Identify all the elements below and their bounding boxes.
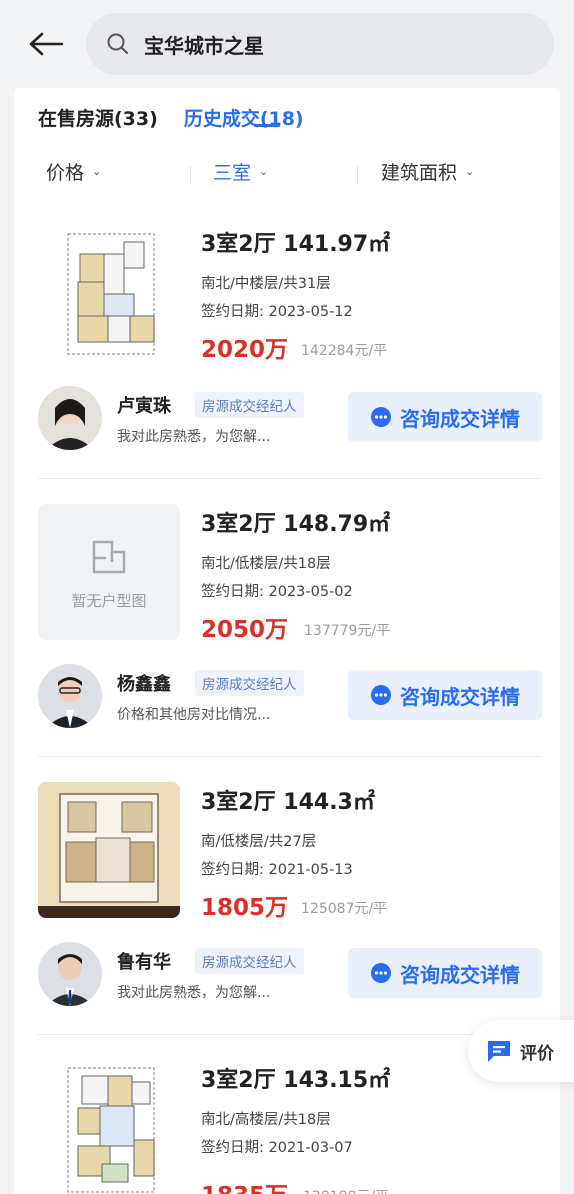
- listing-price: 2050万: [201, 617, 289, 643]
- listing-title: 3室2厅 143.15㎡: [201, 1068, 391, 1093]
- consult-deal-button[interactable]: 咨询成交详情: [348, 392, 542, 442]
- back-button[interactable]: [26, 26, 66, 62]
- arrow-left-icon: [29, 32, 64, 56]
- filter-rooms[interactable]: 三室 ⌄: [213, 158, 268, 185]
- listing-unit-price: 128188元/平: [303, 1186, 389, 1194]
- listing-orientation: 南北/高楼层/共18层: [201, 1112, 331, 1128]
- agent-row: 卢寅珠 房源成交经纪人 我对此房熟悉，为您解... 咨询成交详情: [14, 386, 560, 458]
- avatar[interactable]: [38, 386, 102, 450]
- chevron-down-icon: ⌄: [259, 165, 269, 178]
- agent-name: 杨鑫鑫: [117, 674, 171, 695]
- agent-badge: 房源成交经纪人: [195, 670, 304, 696]
- search-input[interactable]: 宝华城市之星: [86, 13, 554, 75]
- filter-area-label: 建筑面积: [381, 162, 458, 184]
- agent-name: 鲁有华: [117, 952, 171, 973]
- listing-unit-price: 142284元/平: [301, 343, 388, 359]
- listing-orientation: 南北/中楼层/共31层: [201, 276, 331, 292]
- tab-active-indicator: [254, 124, 280, 127]
- floorplan-placeholder: 暂无户型图: [38, 504, 180, 640]
- listing-item[interactable]: 暂无户型图 3室2厅 148.79㎡ 南北/低楼层/共18层 签约日期: 202…: [14, 504, 560, 650]
- tab-history-deals[interactable]: 历史成交(18): [184, 102, 304, 150]
- agent-description: 价格和其他房对比情况...: [117, 707, 271, 723]
- divider: [38, 756, 542, 757]
- listing-price: 2020万: [201, 337, 289, 363]
- filter-area[interactable]: 建筑面积 ⌄: [381, 158, 474, 185]
- agent-row: 鲁有华 房源成交经纪人 我对此房熟悉，为您解... 咨询成交详情: [14, 942, 560, 1014]
- avatar[interactable]: [38, 664, 102, 728]
- listing-item[interactable]: 3室2厅 141.97㎡ 南北/中楼层/共31层 签约日期: 2023-05-1…: [14, 224, 560, 370]
- search-query: 宝华城市之星: [144, 33, 264, 58]
- listing-sign-date: 签约日期: 2023-05-12: [201, 304, 353, 320]
- listing-title: 3室2厅 141.97㎡: [201, 232, 391, 257]
- filter-price-label: 价格: [46, 162, 85, 184]
- chat-icon: [371, 685, 391, 705]
- listing-sign-date: 签约日期: 2021-05-13: [201, 862, 353, 878]
- tab-bar: 在售房源(33) 历史成交(18): [38, 102, 330, 150]
- listing-unit-price: 125087元/平: [301, 901, 388, 917]
- listing-unit-price: 137779元/平: [304, 623, 391, 639]
- listing-orientation: 南/低楼层/共27层: [201, 834, 317, 850]
- floorplan-image: [38, 224, 180, 360]
- listing-sign-date: 签约日期: 2023-05-02: [201, 584, 353, 600]
- listing-item[interactable]: 3室2厅 144.3㎡ 南/低楼层/共27层 签约日期: 2021-05-13 …: [14, 782, 560, 928]
- chat-icon: [371, 963, 391, 983]
- filter-bar: 价格 ⌄ 三室 ⌄ 建筑面积 ⌄: [14, 158, 560, 190]
- filter-price[interactable]: 价格 ⌄: [46, 158, 101, 185]
- consult-button-label: 咨询成交详情: [400, 962, 520, 987]
- avatar[interactable]: [38, 942, 102, 1006]
- listing-orientation: 南北/低楼层/共18层: [201, 556, 331, 572]
- agent-description: 我对此房熟悉，为您解...: [117, 429, 271, 445]
- consult-deal-button[interactable]: 咨询成交详情: [348, 948, 542, 998]
- agent-badge: 房源成交经纪人: [195, 392, 304, 418]
- no-floorplan-label: 暂无户型图: [71, 592, 147, 610]
- floorplan-image: [38, 1060, 180, 1194]
- top-bar: 宝华城市之星: [0, 0, 574, 88]
- agent-badge: 房源成交经纪人: [195, 948, 304, 974]
- search-icon: [106, 31, 132, 57]
- listing-title: 3室2厅 144.3㎡: [201, 790, 375, 815]
- evaluate-label: 评价: [520, 1043, 554, 1064]
- floorplan-image: [38, 782, 180, 918]
- floorplan-placeholder-icon: [92, 540, 126, 574]
- listing-sign-date: 签约日期: 2021-03-07: [201, 1140, 353, 1156]
- agent-description: 我对此房熟悉，为您解...: [117, 985, 271, 1001]
- chat-icon: [371, 407, 391, 427]
- filter-separator: [357, 166, 358, 184]
- tab-for-sale[interactable]: 在售房源(33): [38, 102, 158, 150]
- filter-separator: [190, 166, 191, 184]
- chevron-down-icon: ⌄: [92, 165, 102, 178]
- filter-rooms-label: 三室: [213, 162, 252, 184]
- listing-item[interactable]: 3室2厅 143.15㎡ 南北/高楼层/共18层 签约日期: 2021-03-0…: [14, 1060, 560, 1194]
- divider: [38, 1034, 542, 1035]
- evaluate-button[interactable]: 评价: [468, 1020, 574, 1082]
- consult-button-label: 咨询成交详情: [400, 406, 520, 431]
- consult-button-label: 咨询成交详情: [400, 684, 520, 709]
- listing-price: 1805万: [201, 895, 289, 921]
- chevron-down-icon: ⌄: [465, 165, 475, 178]
- agent-name: 卢寅珠: [117, 396, 171, 417]
- consult-deal-button[interactable]: 咨询成交详情: [348, 670, 542, 720]
- divider: [38, 478, 542, 479]
- agent-row: 杨鑫鑫 房源成交经纪人 价格和其他房对比情况... 咨询成交详情: [14, 664, 560, 736]
- listing-title: 3室2厅 148.79㎡: [201, 512, 391, 537]
- listing-price: 1835万: [201, 1176, 288, 1194]
- comment-icon: [488, 1041, 510, 1062]
